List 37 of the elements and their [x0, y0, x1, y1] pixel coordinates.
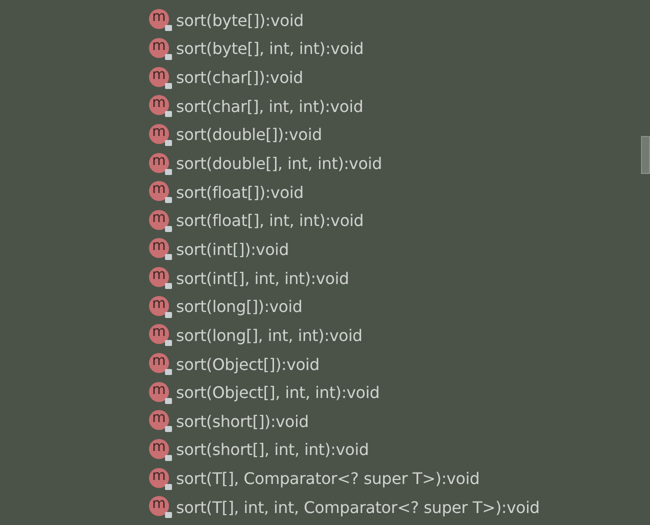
method-item[interactable]: m sort(float[]):void	[148, 178, 304, 206]
method-item[interactable]: m sort(Object[]):void	[148, 350, 320, 378]
method-item[interactable]: m sort(short[], int, int):void	[148, 436, 369, 464]
method-icon: m	[148, 438, 172, 461]
method-item[interactable]: m sort(float[], int, int):void	[148, 206, 364, 236]
method-icon: m	[148, 38, 172, 60]
method-item[interactable]: m sort(long[], int, int):void	[148, 321, 362, 350]
method-item[interactable]: m sort(double[]):void	[148, 120, 322, 150]
method-icon: m	[148, 267, 172, 290]
method-item[interactable]: m sort(long[]):void	[148, 292, 302, 322]
method-item[interactable]: m sort(byte[], int, int):void	[148, 34, 364, 64]
method-item[interactable]: m sort(short[]):void	[148, 406, 309, 436]
method-item[interactable]: m sort(int[], int, int):void	[148, 264, 349, 292]
method-icon: m	[148, 410, 172, 432]
method-item[interactable]: m sort(T[], int, int, Comparator<? super T>):void	[148, 492, 540, 522]
method-icon: m	[148, 468, 172, 490]
method-item[interactable]: m sort(char[], int, int):void	[148, 92, 364, 121]
method-icon: m	[148, 181, 172, 204]
method-icon: m	[148, 238, 172, 260]
method-icon: m	[148, 496, 172, 518]
method-item[interactable]: m sort(byte[]):void	[148, 6, 304, 35]
method-item[interactable]: m sort(double[], int, int):void	[148, 149, 382, 178]
method-icon: m	[148, 124, 172, 146]
method-icon: m	[148, 296, 172, 318]
method-icon: m	[148, 353, 172, 375]
method-item[interactable]: m sort(Object[], int, int):void	[148, 378, 380, 407]
scrollbar-thumb[interactable]	[641, 136, 650, 174]
method-icon: m	[148, 324, 172, 346]
method-icon: m	[148, 95, 172, 118]
method-icon: m	[148, 66, 172, 89]
method-item[interactable]: m sort(char[]):void	[148, 63, 304, 92]
method-icon: m	[148, 210, 172, 232]
method-item[interactable]: m sort(int[]):void	[148, 235, 289, 264]
method-icon: m	[148, 382, 172, 404]
method-icon: m	[148, 9, 172, 32]
method-icon: m	[148, 152, 172, 175]
method-item[interactable]: m sort(T[], Comparator<? super T>):void	[148, 464, 480, 493]
